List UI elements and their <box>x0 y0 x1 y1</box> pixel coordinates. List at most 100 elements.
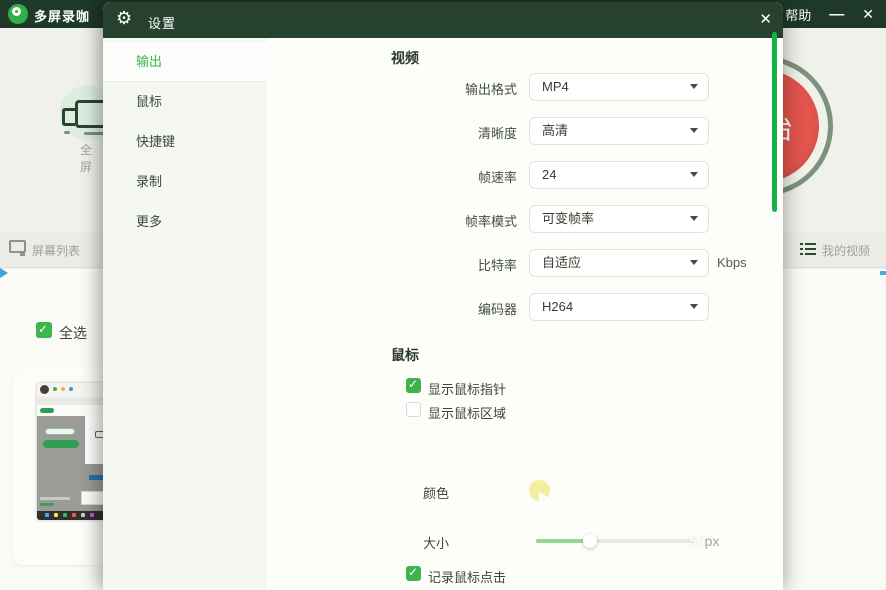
thumb-taskbar-icon <box>63 513 67 517</box>
framerate-mode-label: 帧率模式 <box>464 214 517 229</box>
active-tab-arrow-icon <box>0 268 8 278</box>
thumb-dot <box>53 387 57 391</box>
app-title: 多屏录咖 <box>34 9 91 24</box>
screen-list-tab[interactable]: 屏幕列表 <box>0 232 103 268</box>
sidebar-item-mouse[interactable]: 鼠标 <box>103 82 267 122</box>
settings-content: 视频 输出格式 MP4 清晰度 高清 帧速率 24 帧率模式 可变帧率 比特率 … <box>267 38 783 590</box>
fullscreen-monitor-icon <box>75 100 103 128</box>
show-pointer-label: 显示鼠标指针 <box>428 382 507 397</box>
record-clicks-checkbox[interactable] <box>406 565 421 581</box>
size-label: 大小 <box>423 536 450 551</box>
thumb-footer-line <box>40 497 70 500</box>
thumb-notice-box <box>81 491 103 505</box>
bitrate-value: 自适应 <box>542 255 582 270</box>
framerate-mode-value: 可变帧率 <box>542 211 595 226</box>
my-videos-content <box>783 269 886 590</box>
encoder-select[interactable]: H264 <box>529 293 709 321</box>
settings-dialog-title: 设置 <box>148 16 177 31</box>
app-window: 多屏录咖 帮助 — ✕ 全屏 屏幕列表 全选 <box>0 0 886 590</box>
clarity-select[interactable]: 高清 <box>529 117 709 145</box>
framerate-label: 帧速率 <box>477 170 517 185</box>
record-button-label: 开始 <box>783 105 795 147</box>
chevron-down-icon <box>690 216 698 221</box>
window-close-button[interactable]: ✕ <box>862 6 874 23</box>
screen-list-label: 屏幕列表 <box>32 244 81 258</box>
sidebar-item-output[interactable]: 输出 <box>103 42 267 82</box>
thumb-button-green <box>43 440 79 448</box>
settings-dialog-body: 输出 鼠标 快捷键 录制 更多 视频 输出格式 MP4 清晰度 高清 帧速率 2… <box>103 38 783 590</box>
select-all-checkbox[interactable] <box>36 322 52 338</box>
app-logo-icon <box>8 4 28 24</box>
thumb-taskbar-icon <box>72 513 76 517</box>
settings-dialog-header: ⚙ 设置 ✕ <box>103 2 783 38</box>
sidebar-item-recording[interactable]: 录制 <box>103 162 267 202</box>
chevron-down-icon <box>690 260 698 265</box>
titlebar-controls: 帮助 — ✕ <box>785 0 886 28</box>
logo-ring <box>12 7 21 16</box>
screen-list-icon <box>9 240 26 256</box>
framerate-value: 24 <box>542 167 557 182</box>
thumb-dot <box>69 387 73 391</box>
output-format-label: 输出格式 <box>464 82 517 97</box>
thumb-dot <box>61 387 65 391</box>
show-area-checkbox[interactable] <box>406 402 421 417</box>
help-button[interactable]: 帮助 <box>785 5 811 24</box>
size-unit: px <box>704 533 720 549</box>
record-clicks-label: 记录鼠标点击 <box>428 570 507 585</box>
chevron-down-icon <box>690 304 698 309</box>
encoder-label: 编码器 <box>477 302 517 317</box>
monitor-dot <box>64 131 70 134</box>
fullscreen-monitor-icon-2 <box>62 108 75 126</box>
my-videos-label: 我的视频 <box>822 244 871 258</box>
background-right-panel: 开始 我的视频 <box>783 28 886 590</box>
thumb-avatar <box>40 385 49 394</box>
bitrate-select[interactable]: 自适应 <box>529 249 709 277</box>
size-number: 50 <box>689 533 705 549</box>
my-videos-list-icon <box>800 243 816 256</box>
clarity-value: 高清 <box>542 123 569 138</box>
dialog-scrollbar[interactable] <box>772 32 777 212</box>
thumb-app-logo <box>40 408 54 413</box>
thumb-camera-icon <box>95 431 103 438</box>
fullscreen-label: 全屏 <box>80 143 93 174</box>
my-videos-tab[interactable]: 我的视频 <box>783 232 886 268</box>
output-format-select[interactable]: MP4 <box>529 73 709 101</box>
thumb-taskbar-icon <box>45 513 49 517</box>
minimize-button[interactable]: — <box>829 6 844 23</box>
chevron-down-icon <box>690 172 698 177</box>
size-value: 50px <box>689 533 719 549</box>
sidebar-item-hotkeys[interactable]: 快捷键 <box>103 122 267 162</box>
framerate-select[interactable]: 24 <box>529 161 709 189</box>
mouse-section-title: 鼠标 <box>391 347 419 363</box>
bitrate-unit: Kbps <box>717 255 747 270</box>
mouse-size-slider[interactable] <box>536 534 694 548</box>
thumb-taskbar-icon <box>54 513 58 517</box>
bitrate-label: 比特率 <box>477 258 517 273</box>
thumb-taskbar-icon <box>90 513 94 517</box>
show-pointer-checkbox[interactable] <box>406 377 421 393</box>
screen-card[interactable] <box>13 368 103 565</box>
gear-icon: ⚙ <box>116 8 133 28</box>
output-format-value: MP4 <box>542 79 569 94</box>
settings-close-button[interactable]: ✕ <box>759 10 772 28</box>
encoder-value: H264 <box>542 299 574 314</box>
mouse-color-swatch[interactable] <box>529 480 550 503</box>
settings-dialog: ⚙ 设置 ✕ 输出 鼠标 快捷键 录制 更多 视频 输出格式 MP4 清晰度 高… <box>103 2 783 590</box>
sidebar-item-more[interactable]: 更多 <box>103 202 267 242</box>
framerate-mode-select[interactable]: 可变帧率 <box>529 205 709 233</box>
settings-sidebar: 输出 鼠标 快捷键 录制 更多 <box>103 38 267 590</box>
select-all-label: 全选 <box>59 325 87 341</box>
color-label: 颜色 <box>423 486 450 501</box>
chevron-down-icon <box>690 84 698 89</box>
slider-fill <box>536 539 590 543</box>
monitor-stand <box>84 132 103 135</box>
chevron-down-icon <box>690 128 698 133</box>
clarity-label: 清晰度 <box>477 126 517 141</box>
thumb-taskbar-icon <box>81 513 85 517</box>
screen-thumbnail[interactable] <box>37 383 103 520</box>
slider-thumb[interactable] <box>583 534 597 548</box>
video-section-title: 视频 <box>391 50 419 66</box>
background-left-panel: 全屏 屏幕列表 全选 <box>0 28 103 590</box>
thumb-panel <box>85 416 103 464</box>
thumb-bookmark-bar <box>37 397 103 405</box>
